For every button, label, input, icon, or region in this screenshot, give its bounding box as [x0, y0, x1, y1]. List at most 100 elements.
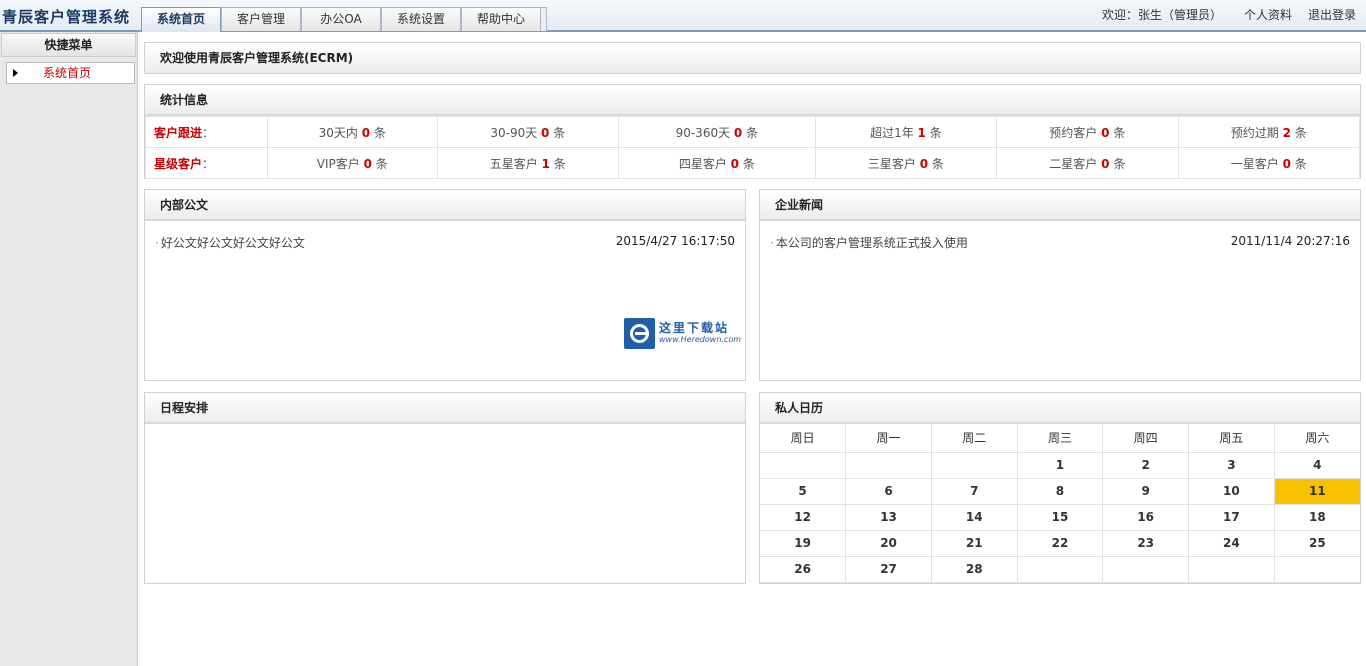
stats-cell[interactable]: VIP客户 0 条 — [267, 147, 438, 179]
calendar-day[interactable]: 5 — [760, 478, 847, 505]
tab-customer-management[interactable]: 客户管理 — [221, 7, 301, 31]
list-item[interactable]: · 好公文好公文好公文好公文 2015/4/27 16:17:50 — [145, 234, 745, 256]
calendar-day[interactable]: 4 — [1274, 452, 1360, 479]
welcome-text: 欢迎使用青辰客户管理系统(ECRM) — [145, 43, 1360, 73]
calendar-weekday: 周二 — [931, 424, 1018, 453]
calendar-day[interactable]: 2 — [1102, 452, 1190, 479]
stats-count: 1 — [541, 156, 550, 171]
sidebar-item-label: 系统首页 — [43, 66, 92, 80]
calendar-week: 5 6 7 8 9 10 11 — [760, 478, 1360, 505]
list-item[interactable]: · 本公司的客户管理系统正式投入使用 2011/11/4 20:27:16 — [760, 234, 1360, 256]
calendar-day[interactable]: 8 — [1017, 478, 1104, 505]
stats-cell[interactable]: 超过1年 1 条 — [814, 116, 998, 148]
calendar-day — [1274, 556, 1360, 583]
calendar-day[interactable]: 12 — [760, 504, 847, 531]
calendar-day[interactable]: 6 — [845, 478, 932, 505]
calendar-day[interactable]: 28 — [931, 556, 1018, 583]
tab-home[interactable]: 系统首页 — [141, 7, 221, 32]
calendar-weekday: 周三 — [1017, 424, 1104, 453]
calendar-day[interactable]: 23 — [1102, 530, 1190, 557]
stats-cell[interactable]: 30-90天 0 条 — [436, 116, 620, 148]
calendar-day — [760, 452, 847, 479]
calendar-day[interactable]: 19 — [760, 530, 847, 557]
tab-help-center[interactable]: 帮助中心 — [461, 7, 541, 31]
heredown-logo-icon — [624, 317, 655, 349]
stats-cell[interactable]: 预约客户 0 条 — [996, 116, 1179, 148]
calendar-day — [845, 452, 932, 479]
calendar-day[interactable]: 20 — [845, 530, 932, 557]
calendar-day[interactable]: 27 — [845, 556, 932, 583]
stats-count: 0 — [1101, 125, 1110, 140]
calendar-day[interactable]: 17 — [1188, 504, 1275, 531]
stats-count: 0 — [919, 156, 929, 171]
stats-count: 0 — [730, 156, 740, 171]
stats-row-label: 星级客户： — [145, 147, 268, 179]
news-item-date: 2011/11/4 20:27:16 — [1230, 234, 1350, 248]
triangle-right-icon — [13, 69, 18, 77]
calendar-weekday: 周六 — [1274, 424, 1360, 453]
stats-cell[interactable]: 五星客户 1 条 — [436, 147, 620, 179]
stats-cell[interactable]: 二星客户 0 条 — [996, 147, 1179, 179]
bullet-dot: · — [155, 236, 159, 250]
calendar-day-today[interactable]: 11 — [1274, 478, 1360, 505]
notice-item-date: 2015/4/27 16:17:50 — [615, 234, 735, 248]
stats-cell[interactable]: 预约过期 2 条 — [1177, 116, 1361, 148]
calendar-day[interactable]: 25 — [1274, 530, 1360, 557]
stats-count: 0 — [1282, 156, 1291, 171]
calendar-grid: 周日 周一 周二 周三 周四 周五 周六 1 2 3 4 5 6 7 8 9 10 11 12 13 14 15 16 17… — [760, 424, 1360, 583]
logout-link[interactable]: 退出登录 — [1308, 6, 1356, 23]
calendar-day — [1102, 556, 1190, 583]
calendar-day[interactable]: 22 — [1017, 530, 1104, 557]
news-panel: 企业新闻 · 本公司的客户管理系统正式投入使用 2011/11/4 20:27:1… — [759, 189, 1361, 381]
calendar-day[interactable]: 9 — [1102, 478, 1190, 505]
calendar-day[interactable]: 13 — [845, 504, 932, 531]
calendar-day[interactable]: 16 — [1102, 504, 1190, 531]
stats-title: 统计信息 — [145, 85, 1360, 116]
calendar-panel: 私人日历 周日 周一 周二 周三 周四 周五 周六 1 2 3 4 5 6 7 8 9 10 11 12 13 14 1… — [759, 392, 1361, 584]
calendar-day[interactable]: 21 — [931, 530, 1018, 557]
calendar-weekday: 周四 — [1102, 424, 1190, 453]
stats-count: 0 — [541, 125, 550, 140]
calendar-week: 26 27 28 — [760, 556, 1360, 583]
watermark-cn-text: 这里下载站 — [659, 321, 730, 335]
stats-cell[interactable]: 30天内 0 条 — [267, 116, 438, 148]
stats-cell[interactable]: 四星客户 0 条 — [618, 147, 816, 179]
stats-count: 0 — [733, 125, 743, 140]
sidebar-item-home[interactable]: 系统首页 — [6, 62, 135, 84]
calendar-day[interactable]: 1 — [1017, 452, 1104, 479]
stats-cell[interactable]: 90-360天 0 条 — [618, 116, 816, 148]
user-area: 欢迎：张生（管理员） 个人资料 退出登录 — [1102, 6, 1356, 23]
calendar-day[interactable]: 3 — [1188, 452, 1275, 479]
calendar-weekday: 周日 — [760, 424, 847, 453]
table-row: 星级客户： VIP客户 0 条五星客户 1 条四星客户 0 条三星客户 0 条二星… — [145, 147, 1361, 179]
calendar-week: 19 20 21 22 23 24 25 — [760, 530, 1360, 557]
tab-office-oa[interactable]: 办公OA — [301, 7, 381, 31]
calendar-day[interactable]: 10 — [1188, 478, 1275, 505]
stats-count: 0 — [1101, 156, 1110, 171]
app-title: 青辰客户管理系统 — [2, 8, 131, 26]
calendar-day[interactable]: 26 — [760, 556, 847, 583]
schedule-panel: 日程安排 — [144, 392, 746, 584]
welcome-panel: 欢迎使用青辰客户管理系统(ECRM) — [144, 42, 1361, 74]
stats-cell[interactable]: 三星客户 0 条 — [814, 147, 998, 179]
calendar-day[interactable]: 14 — [931, 504, 1018, 531]
calendar-day[interactable]: 15 — [1017, 504, 1104, 531]
tab-system-settings[interactable]: 系统设置 — [381, 7, 461, 31]
news-title: 企业新闻 — [760, 190, 1360, 221]
calendar-day — [931, 452, 1018, 479]
calendar-day[interactable]: 7 — [931, 478, 1018, 505]
profile-link[interactable]: 个人资料 — [1244, 6, 1292, 23]
calendar-day[interactable]: 18 — [1274, 504, 1360, 531]
calendar-day — [1017, 556, 1104, 583]
welcome-user-text: 欢迎：张生（管理员） — [1101, 8, 1222, 22]
notice-panel: 内部公文 · 好公文好公文好公文好公文 2015/4/27 16:17:50 这里… — [144, 189, 746, 381]
stats-cell[interactable]: 一星客户 0 条 — [1177, 147, 1361, 179]
calendar-day[interactable]: 24 — [1188, 530, 1275, 557]
notice-item-title[interactable]: 好公文好公文好公文好公文 — [161, 236, 305, 250]
stats-count: 2 — [1282, 125, 1291, 140]
watermark-logo: 这里下载站 www.Heredown.com — [624, 317, 744, 349]
news-item-title[interactable]: 本公司的客户管理系统正式投入使用 — [776, 236, 968, 250]
calendar-weekday: 周一 — [845, 424, 932, 453]
calendar-weekday: 周五 — [1188, 424, 1275, 453]
stats-count: 0 — [361, 125, 371, 140]
